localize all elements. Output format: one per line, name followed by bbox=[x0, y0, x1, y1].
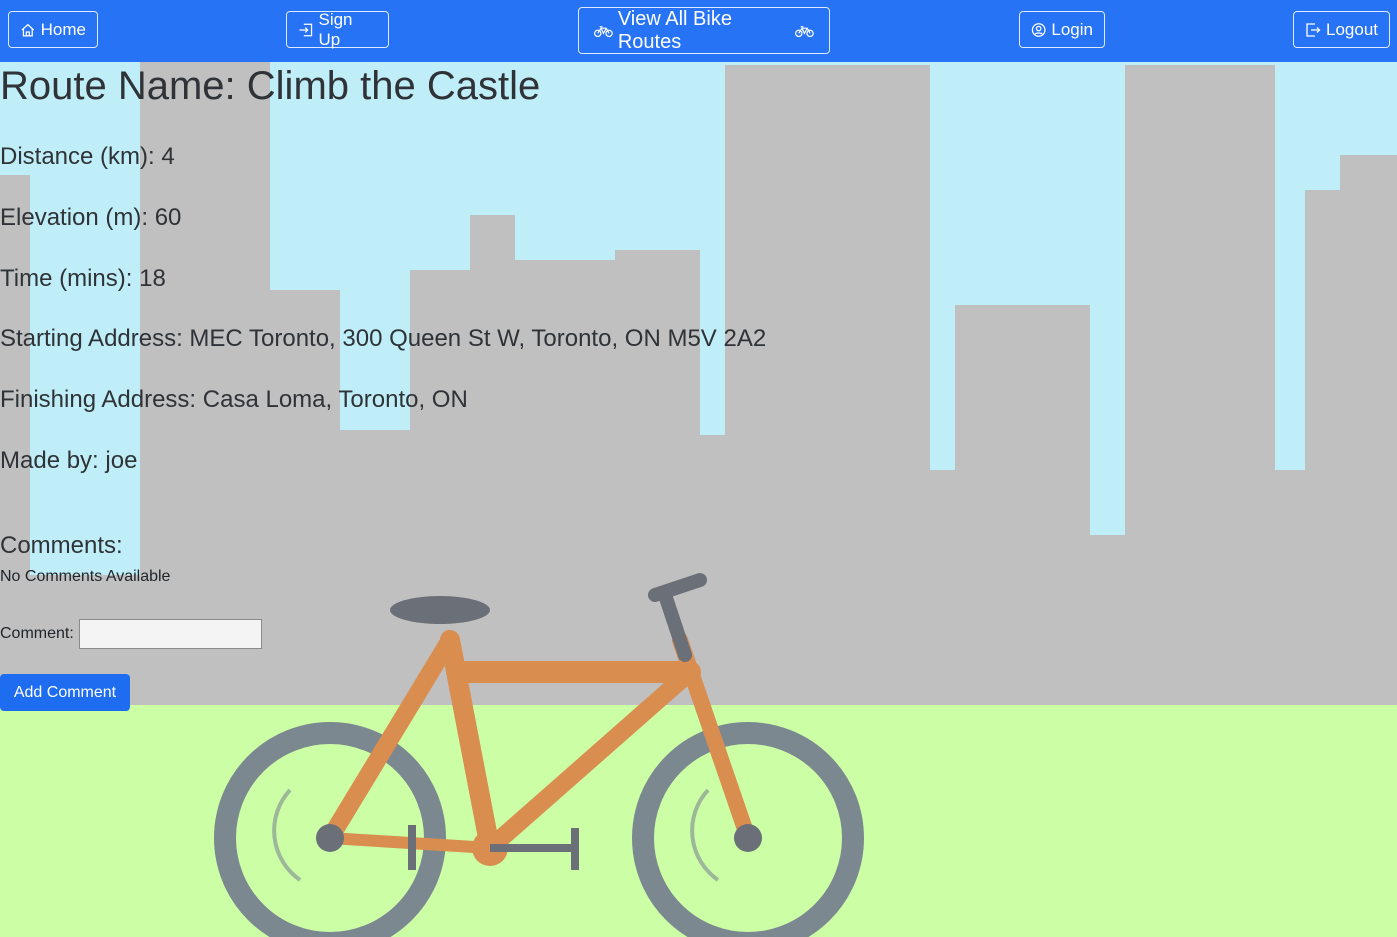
elevation-text: Elevation (m): 60 bbox=[0, 204, 182, 231]
user-circle-icon bbox=[1031, 22, 1046, 37]
view-all-bike-routes-button[interactable]: View All Bike Routes bbox=[578, 7, 830, 54]
comments-heading: Comments: bbox=[0, 532, 123, 559]
logout-button[interactable]: Logout bbox=[1293, 11, 1390, 48]
distance-text: Distance (km): 4 bbox=[0, 143, 175, 170]
top-navbar: Home Sign Up View All Bike Routes Login … bbox=[0, 0, 1397, 62]
logout-label: Logout bbox=[1326, 19, 1378, 39]
logout-icon bbox=[1306, 22, 1321, 37]
login-label: Login bbox=[1051, 19, 1093, 39]
bicycle-icon bbox=[594, 25, 613, 37]
cityscape-bike-background bbox=[0, 0, 1397, 937]
made-by-text: Made by: joe bbox=[0, 447, 138, 474]
home-label: Home bbox=[40, 19, 86, 39]
add-comment-button[interactable]: Add Comment bbox=[0, 674, 130, 711]
sign-up-button[interactable]: Sign Up bbox=[286, 9, 389, 49]
house-icon bbox=[21, 23, 35, 37]
comment-input[interactable] bbox=[79, 619, 262, 649]
finishing-address-text: Finishing Address: Casa Loma, Toronto, O… bbox=[0, 386, 468, 413]
route-name-heading: Route Name: Climb the Castle bbox=[0, 64, 541, 108]
view-all-bike-routes-label: View All Bike Routes bbox=[617, 7, 732, 53]
starting-address-text: Starting Address: MEC Toronto, 300 Queen… bbox=[0, 325, 767, 352]
sign-up-label: Sign Up bbox=[318, 9, 353, 49]
sign-in-arrow-icon bbox=[299, 23, 313, 36]
time-text: Time (mins): 18 bbox=[0, 265, 166, 292]
login-button[interactable]: Login bbox=[1019, 11, 1105, 48]
no-comments-text: No Comments Available bbox=[0, 568, 171, 585]
home-button[interactable]: Home bbox=[8, 11, 98, 48]
bicycle-icon bbox=[795, 25, 814, 37]
comment-label: Comment: bbox=[0, 625, 74, 642]
